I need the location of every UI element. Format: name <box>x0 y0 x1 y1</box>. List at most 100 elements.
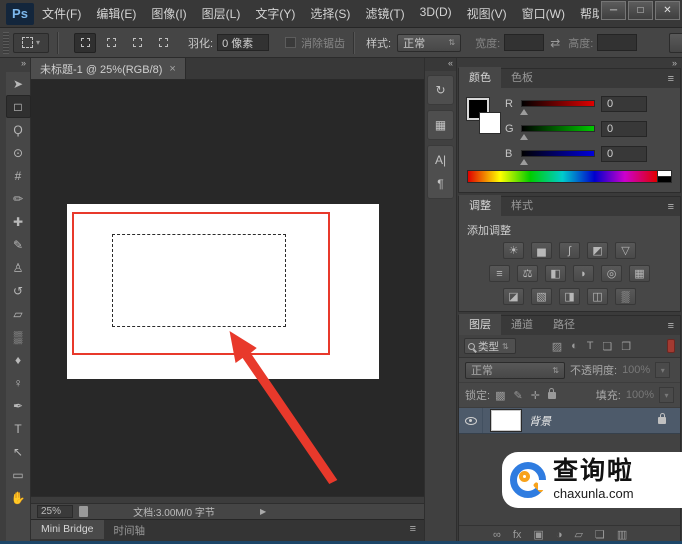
black-white-icon[interactable]: ◧ <box>545 265 566 282</box>
close-button[interactable]: ✕ <box>655 1 680 20</box>
swap-dimensions-icon[interactable]: ⇄ <box>550 36 560 50</box>
blur-tool-icon[interactable]: ♦ <box>6 348 31 371</box>
opacity-dropdown-icon[interactable]: ▾ <box>655 362 671 378</box>
color-lookup-icon[interactable]: ▦ <box>629 265 650 282</box>
history-brush-tool-icon[interactable]: ↺ <box>6 279 31 302</box>
levels-icon[interactable]: ▅ <box>531 242 552 259</box>
gradient-tool-icon[interactable]: ▒ <box>6 325 31 348</box>
invert-icon[interactable]: ◪ <box>503 288 524 305</box>
menu-image[interactable]: 图像(I) <box>151 5 186 22</box>
selective-color-icon[interactable]: ◫ <box>587 288 608 305</box>
delete-layer-icon[interactable]: ▥ <box>617 528 627 541</box>
quick-selection-tool-icon[interactable]: ⊙ <box>6 141 31 164</box>
rectangle-tool-icon[interactable]: ▭ <box>6 463 31 486</box>
layer-filter-kind-dropdown[interactable]: 类型 ⇅ <box>464 338 516 354</box>
tab-timeline[interactable]: 时间轴 <box>104 520 156 542</box>
blend-mode-dropdown[interactable]: 正常 ⇅ <box>465 361 565 379</box>
hand-tool-icon[interactable]: ✋ <box>6 486 31 509</box>
red-value-field[interactable]: 0 <box>601 96 647 112</box>
posterize-icon[interactable]: ▧ <box>531 288 552 305</box>
vibrance-icon[interactable]: ▽ <box>615 242 636 259</box>
add-to-selection-button[interactable] <box>100 33 122 53</box>
tab-adjustments[interactable]: 调整 <box>459 195 501 216</box>
color-balance-icon[interactable]: ⚖ <box>517 265 538 282</box>
lock-all-icon[interactable] <box>547 387 556 399</box>
spot-healing-brush-tool-icon[interactable]: ✚ <box>6 210 31 233</box>
filter-pixel-layers-icon[interactable]: ▨ <box>552 340 562 353</box>
panel-menu-icon[interactable]: ≡ <box>668 73 680 88</box>
filter-adjustment-layers-icon[interactable]: ◐ <box>571 340 578 353</box>
layer-filter-toggle[interactable] <box>667 339 675 353</box>
opacity-value[interactable]: 100% <box>622 364 650 376</box>
new-adjustment-layer-icon[interactable]: ◑ <box>556 529 563 541</box>
new-group-icon[interactable]: ▱ <box>574 528 582 541</box>
new-layer-icon[interactable]: ❏ <box>595 528 605 541</box>
link-layers-icon[interactable]: ∞ <box>493 529 501 541</box>
paragraph-panel-icon[interactable]: ¶ <box>428 172 453 196</box>
menu-help[interactable]: 帮助(H) <box>580 5 599 22</box>
layer-effects-icon[interactable]: fx <box>513 529 522 541</box>
subtract-from-selection-button[interactable] <box>126 33 148 53</box>
fill-dropdown-icon[interactable]: ▾ <box>659 387 674 403</box>
tab-layers[interactable]: 图层 <box>459 314 501 335</box>
path-selection-tool-icon[interactable]: ↖ <box>6 440 31 463</box>
fill-value[interactable]: 100% <box>626 389 654 401</box>
tool-preset-button[interactable]: ▾ <box>13 32 49 53</box>
intersect-selection-button[interactable] <box>152 33 174 53</box>
options-grip[interactable] <box>3 31 9 54</box>
history-panel-icon[interactable]: ↻ <box>428 78 453 102</box>
dodge-tool-icon[interactable]: ♀ <box>6 371 31 394</box>
curves-icon[interactable]: ∫ <box>559 242 580 259</box>
new-selection-button[interactable] <box>74 32 96 53</box>
height-input[interactable] <box>597 34 638 51</box>
lasso-tool-icon[interactable]: Ϙ <box>6 118 31 141</box>
move-tool-icon[interactable]: ➤ <box>6 72 31 95</box>
gradient-map-icon[interactable]: ▒ <box>615 288 636 305</box>
tab-styles[interactable]: 样式 <box>501 195 543 216</box>
photo-filter-icon[interactable]: ◗ <box>573 265 594 282</box>
color-spectrum-bar[interactable] <box>467 170 658 183</box>
channel-mixer-icon[interactable]: ◎ <box>601 265 622 282</box>
crop-tool-icon[interactable]: # <box>6 164 31 187</box>
brightness-contrast-icon[interactable]: ☀ <box>503 242 524 259</box>
tab-channels[interactable]: 通道 <box>501 314 543 335</box>
hue-saturation-icon[interactable]: ≡ <box>489 265 510 282</box>
lock-image-icon[interactable]: ✎ <box>513 389 522 402</box>
panel-menu-icon[interactable]: ≡ <box>668 320 680 335</box>
lock-transparency-icon[interactable]: ▩ <box>495 389 505 402</box>
menu-layer[interactable]: 图层(L) <box>202 5 241 22</box>
spectrum-white-swatch[interactable] <box>658 170 672 177</box>
pen-tool-icon[interactable]: ✒ <box>6 394 31 417</box>
green-slider[interactable] <box>521 125 595 132</box>
background-layer-row[interactable]: 背景 <box>459 408 680 434</box>
red-slider-thumb[interactable] <box>520 109 528 115</box>
menu-type[interactable]: 文字(Y) <box>255 5 295 22</box>
menu-file[interactable]: 文件(F) <box>42 5 81 22</box>
blue-slider[interactable] <box>521 150 595 157</box>
layer-visibility-eye-icon[interactable] <box>464 416 477 425</box>
horizontal-scrollbar[interactable] <box>31 496 424 503</box>
feather-input[interactable]: 0 像素 <box>217 34 270 51</box>
tab-color[interactable]: 颜色 <box>459 67 501 88</box>
layer-thumbnail[interactable] <box>491 410 521 431</box>
add-layer-mask-icon[interactable]: ▣ <box>533 528 543 541</box>
tab-mini-bridge[interactable]: Mini Bridge <box>31 520 104 539</box>
type-tool-icon[interactable]: T <box>6 417 31 440</box>
spectrum-black-swatch[interactable] <box>658 177 672 183</box>
threshold-icon[interactable]: ◨ <box>559 288 580 305</box>
strip-collapse-icon[interactable]: « <box>425 58 456 71</box>
menu-select[interactable]: 选择(S) <box>310 5 350 22</box>
menu-view[interactable]: 视图(V) <box>467 5 507 22</box>
zoom-level-field[interactable]: 25% <box>37 505 73 518</box>
red-slider[interactable] <box>521 100 595 107</box>
blue-slider-thumb[interactable] <box>520 159 528 165</box>
character-panel-icon[interactable]: A| <box>428 148 453 172</box>
eyedropper-tool-icon[interactable]: ✏ <box>6 187 31 210</box>
refine-edge-button[interactable] <box>669 32 682 53</box>
exposure-icon[interactable]: ◩ <box>587 242 608 259</box>
canvas-area[interactable] <box>31 80 424 496</box>
brush-tool-icon[interactable]: ✎ <box>6 233 31 256</box>
filter-type-layers-icon[interactable]: T <box>587 340 594 353</box>
blue-value-field[interactable]: 0 <box>601 146 647 162</box>
minimize-button[interactable]: ─ <box>601 1 626 20</box>
